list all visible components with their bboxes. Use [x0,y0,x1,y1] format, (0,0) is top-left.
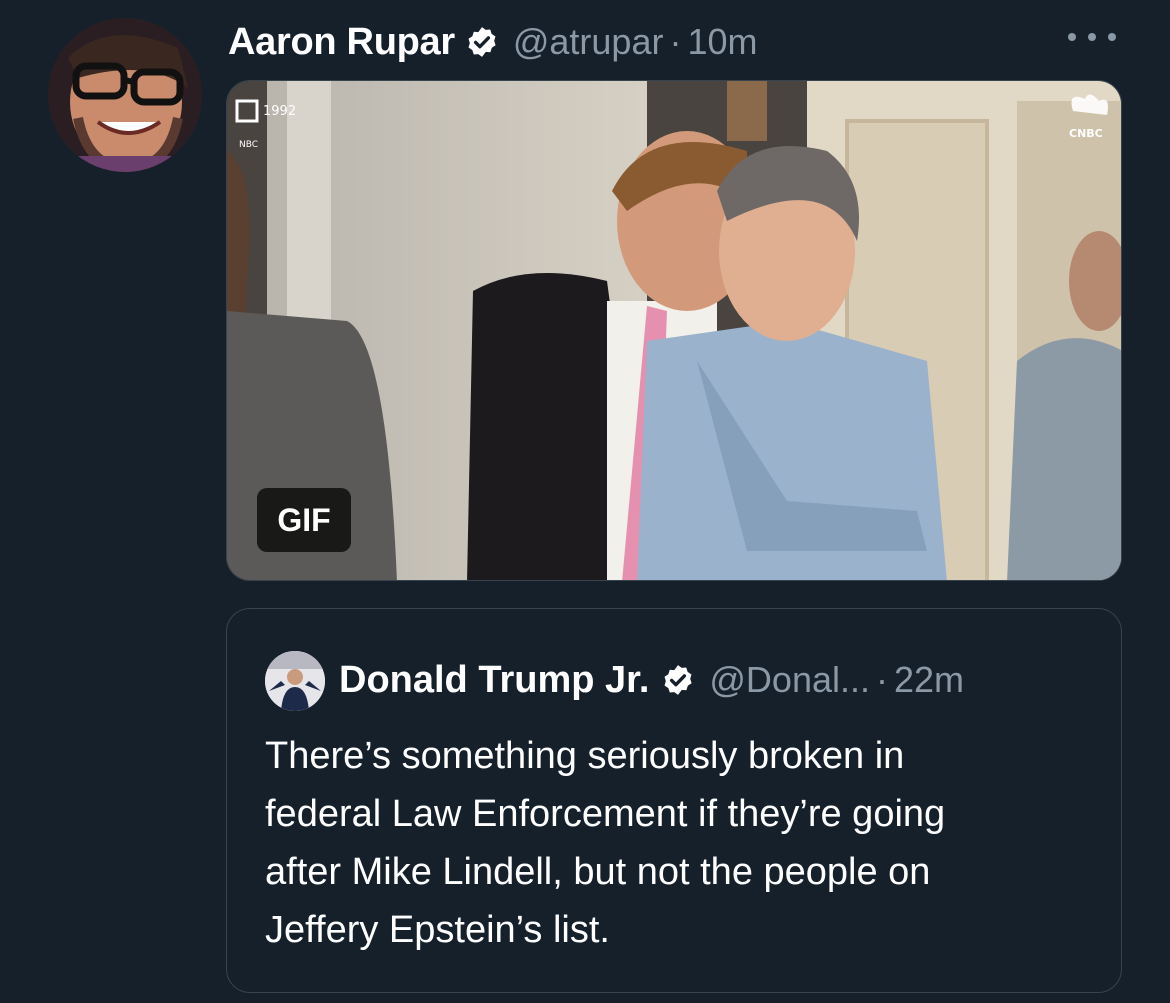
overlay-logo-text: CNBC [1069,127,1103,140]
quoted-tweet[interactable]: Donald Trump Jr. @Donal... · 22m There’s… [226,608,1122,993]
overlay-year: 1992 [263,104,296,119]
author-name[interactable]: Aaron Rupar [228,21,455,64]
quoted-author-handle[interactable]: @Donal... [709,659,870,701]
quoted-tweet-text: There’s something seriously broken in fe… [265,735,946,951]
overlay-network: NBC [239,140,258,150]
verified-badge-icon [465,25,499,59]
gif-badge: GIF [257,488,351,552]
avatar-photo [48,18,202,172]
more-dot [1068,33,1076,41]
quoted-tweet-header: Donald Trump Jr. @Donal... · 22m [339,653,964,707]
separator-dot: · [876,659,889,700]
separator-dot: · [669,21,682,62]
tweet-timestamp[interactable]: 10m [687,21,757,63]
verified-badge-icon [661,663,695,697]
tweet-header: Aaron Rupar @atrupar · 10m [228,14,757,70]
gif-media[interactable]: 1992 NBC CNBC GIF [226,80,1122,581]
quoted-tweet-timestamp[interactable]: 22m [894,659,964,701]
tweet-card: Aaron Rupar @atrupar · 10m 1992 NBC CNBC… [0,0,1170,1003]
quoted-author-avatar[interactable] [265,651,325,711]
author-avatar[interactable] [48,18,202,172]
more-options-icon[interactable] [1068,22,1116,52]
author-handle[interactable]: @atrupar [513,21,664,63]
more-dot [1088,33,1096,41]
gif-frame: 1992 NBC CNBC [227,81,1121,580]
more-dot [1108,33,1116,41]
quoted-avatar-photo [265,651,325,711]
quoted-author-name[interactable]: Donald Trump Jr. [339,659,649,702]
